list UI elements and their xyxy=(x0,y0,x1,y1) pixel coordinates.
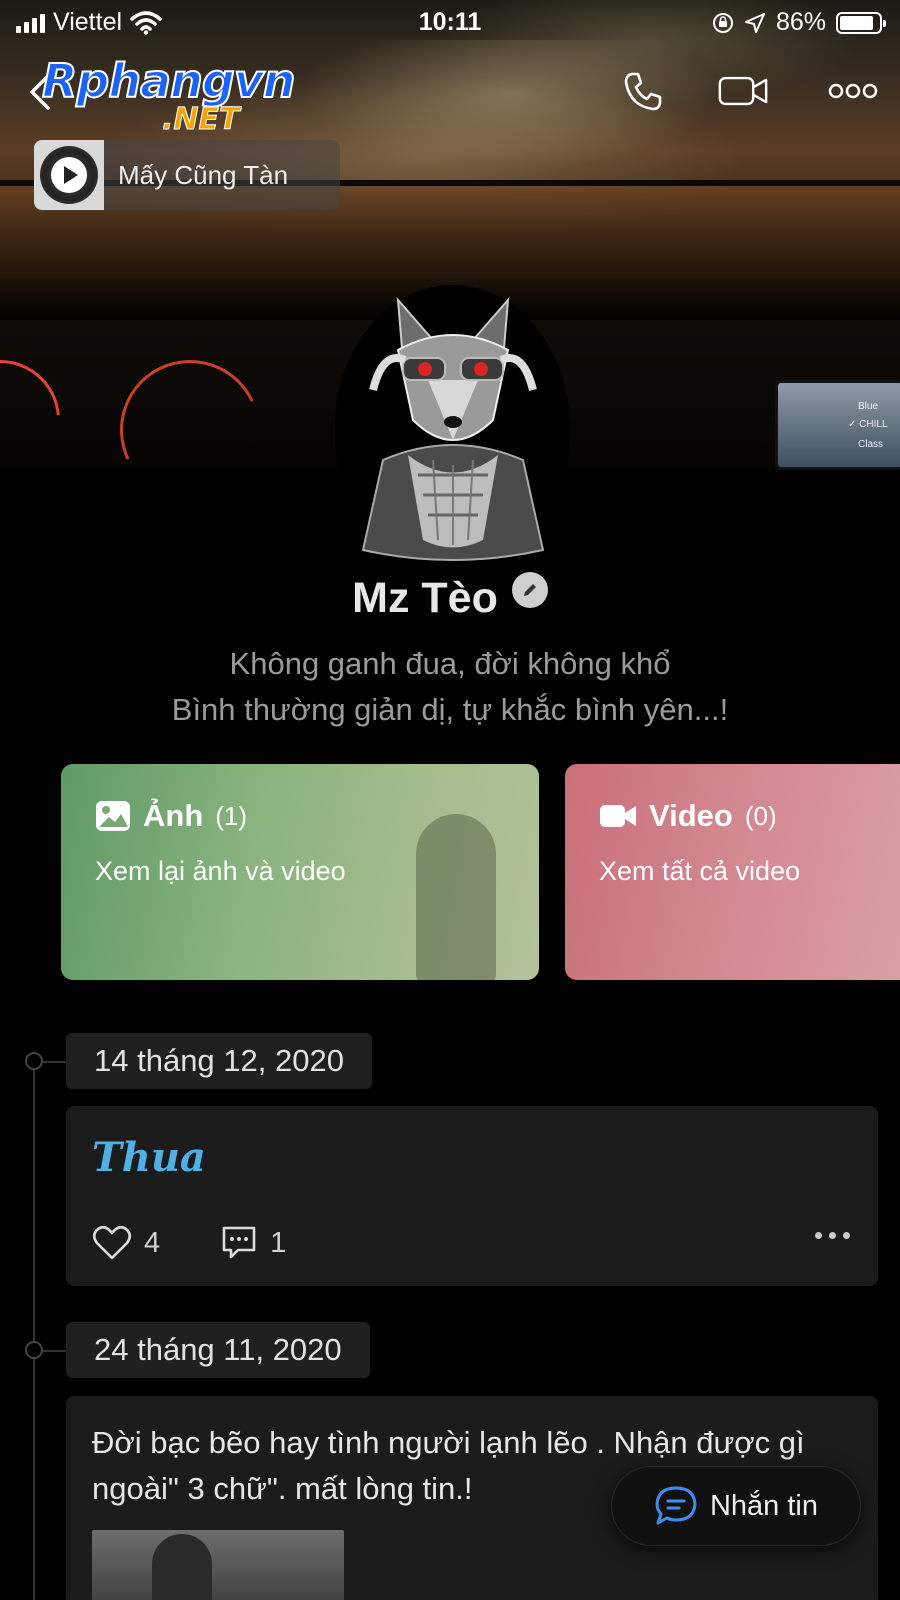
bio-line-2: Bình thường giản dị, tự khắc bình yên...… xyxy=(171,692,729,727)
profile-music[interactable]: Mấy Cũng Tàn xyxy=(34,140,340,210)
heart-icon xyxy=(92,1225,132,1260)
more-dot xyxy=(815,1232,822,1239)
profile-name: Mz Tèo xyxy=(352,574,498,622)
video-call-icon xyxy=(718,76,768,106)
photos-card-background xyxy=(416,814,496,980)
video-call-button[interactable] xyxy=(718,68,768,114)
timeline-dot xyxy=(25,1341,43,1359)
wolf-avatar-image xyxy=(361,297,544,561)
video-icon xyxy=(600,805,636,827)
chat-icon xyxy=(655,1486,697,1525)
timeline-line xyxy=(33,1062,35,1600)
phone-icon xyxy=(624,72,662,111)
image-icon xyxy=(96,801,130,831)
post-actions: 4 1 xyxy=(92,1224,346,1262)
call-button[interactable] xyxy=(618,68,668,114)
photos-subtitle: Xem lại ảnh và video xyxy=(95,856,346,886)
timeline-date: 14 tháng 12, 2020 xyxy=(66,1033,372,1089)
photos-card-header: Ảnh (1) xyxy=(95,798,247,834)
battery-percent: 86% xyxy=(775,8,826,36)
battery-icon xyxy=(836,11,886,34)
videos-card-header: Video (0) xyxy=(599,798,777,834)
edit-name-button[interactable] xyxy=(511,571,548,608)
profile-name-row: Mz Tèo xyxy=(0,571,900,623)
videos-subtitle: Xem tất cả video xyxy=(599,856,801,886)
photos-label: Ảnh xyxy=(143,798,204,833)
orientation-lock-icon xyxy=(712,12,733,33)
play-icon xyxy=(51,157,87,193)
music-cover xyxy=(34,140,104,210)
status-bar: Viettel 10:11 86% xyxy=(0,0,900,44)
post-image[interactable] xyxy=(92,1530,344,1600)
timeline-date: 24 tháng 11, 2020 xyxy=(66,1322,370,1378)
more-icon xyxy=(828,83,878,99)
post-text: Thua xyxy=(92,1134,206,1181)
cover-car-screen: Blue ✓ CHILL Class xyxy=(775,380,900,470)
videos-count: (0) xyxy=(744,800,777,831)
like-button[interactable]: 4 xyxy=(92,1225,160,1261)
vinyl-icon xyxy=(40,146,98,204)
comment-count: 1 xyxy=(270,1226,287,1259)
videos-label: Video xyxy=(649,798,733,833)
logo-suffix: .NET xyxy=(161,102,240,138)
videos-card[interactable]: Video (0) Xem tất cả video xyxy=(565,764,900,980)
music-title: Mấy Cũng Tàn xyxy=(118,159,289,190)
photos-card[interactable]: Ảnh (1) Xem lại ảnh và video xyxy=(61,764,539,980)
watermark-logo: Rphangvn .NET xyxy=(41,54,322,140)
timeline-post[interactable]: Thua 4 1 xyxy=(66,1106,878,1286)
cover-gauge-center xyxy=(100,340,280,470)
timeline-connector xyxy=(43,1350,67,1352)
avatar[interactable] xyxy=(335,285,570,570)
more-options-button[interactable] xyxy=(828,68,878,114)
cover-gauge-left xyxy=(0,335,85,470)
message-button[interactable]: Nhắn tin xyxy=(611,1466,861,1546)
more-dot xyxy=(843,1232,850,1239)
bio-line-1: Không ganh đua, đời không khổ xyxy=(229,646,671,681)
comment-icon xyxy=(222,1226,256,1259)
comment-button[interactable]: 1 xyxy=(220,1224,286,1262)
message-button-label: Nhắn tin xyxy=(709,1489,818,1522)
logo-text: Rphangvn xyxy=(41,54,297,108)
like-count: 4 xyxy=(144,1226,161,1259)
pencil-icon xyxy=(523,583,536,596)
more-dot xyxy=(829,1232,836,1239)
post-more-button[interactable] xyxy=(815,1232,850,1239)
location-icon xyxy=(744,12,765,33)
post-image-figure xyxy=(152,1534,212,1600)
status-right: 86% xyxy=(712,8,886,37)
photos-count: (1) xyxy=(215,800,248,831)
timeline-dot xyxy=(25,1052,43,1070)
timeline-connector xyxy=(43,1061,67,1063)
